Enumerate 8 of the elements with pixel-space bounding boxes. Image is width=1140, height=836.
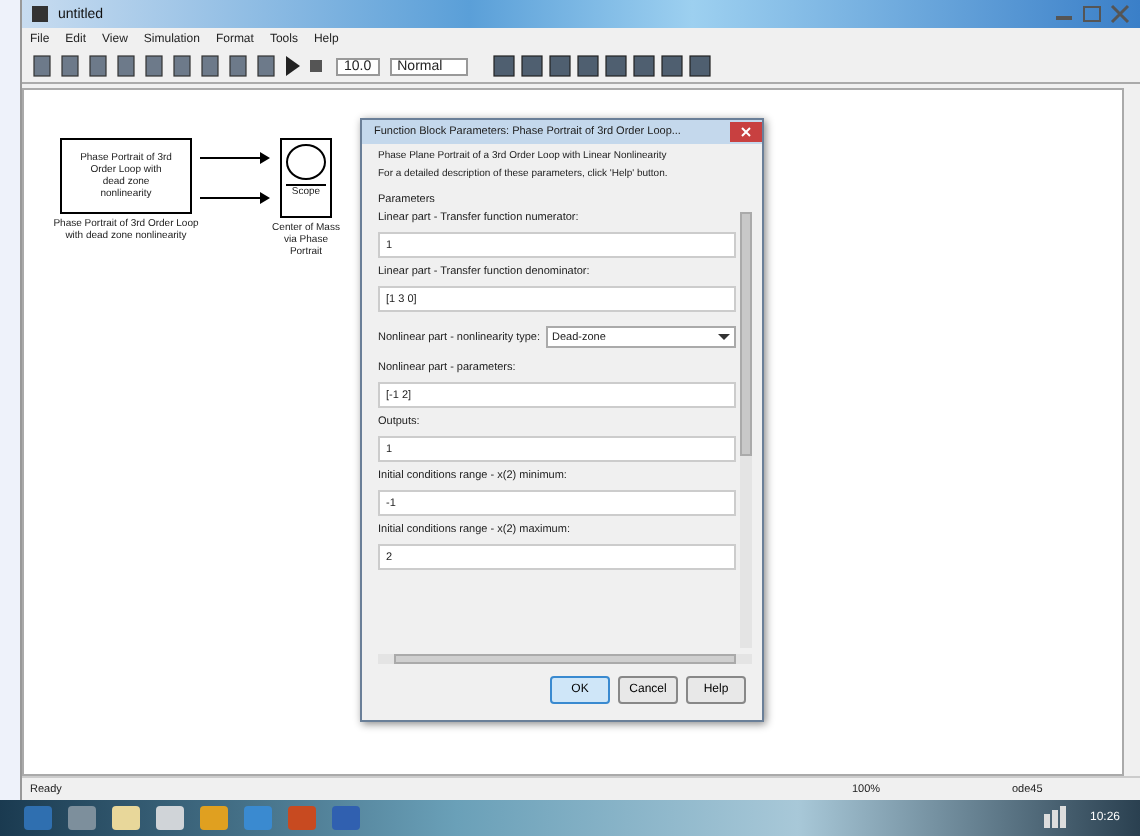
close-button[interactable] [730, 122, 762, 142]
vertical-scrollbar[interactable] [740, 212, 752, 648]
close-icon [740, 126, 752, 138]
horizontal-scrollbar[interactable] [378, 654, 752, 664]
stop-icon[interactable] [306, 54, 326, 78]
network-icon[interactable] [1041, 806, 1070, 830]
play-icon[interactable] [282, 54, 302, 78]
signal-lines [200, 150, 272, 210]
